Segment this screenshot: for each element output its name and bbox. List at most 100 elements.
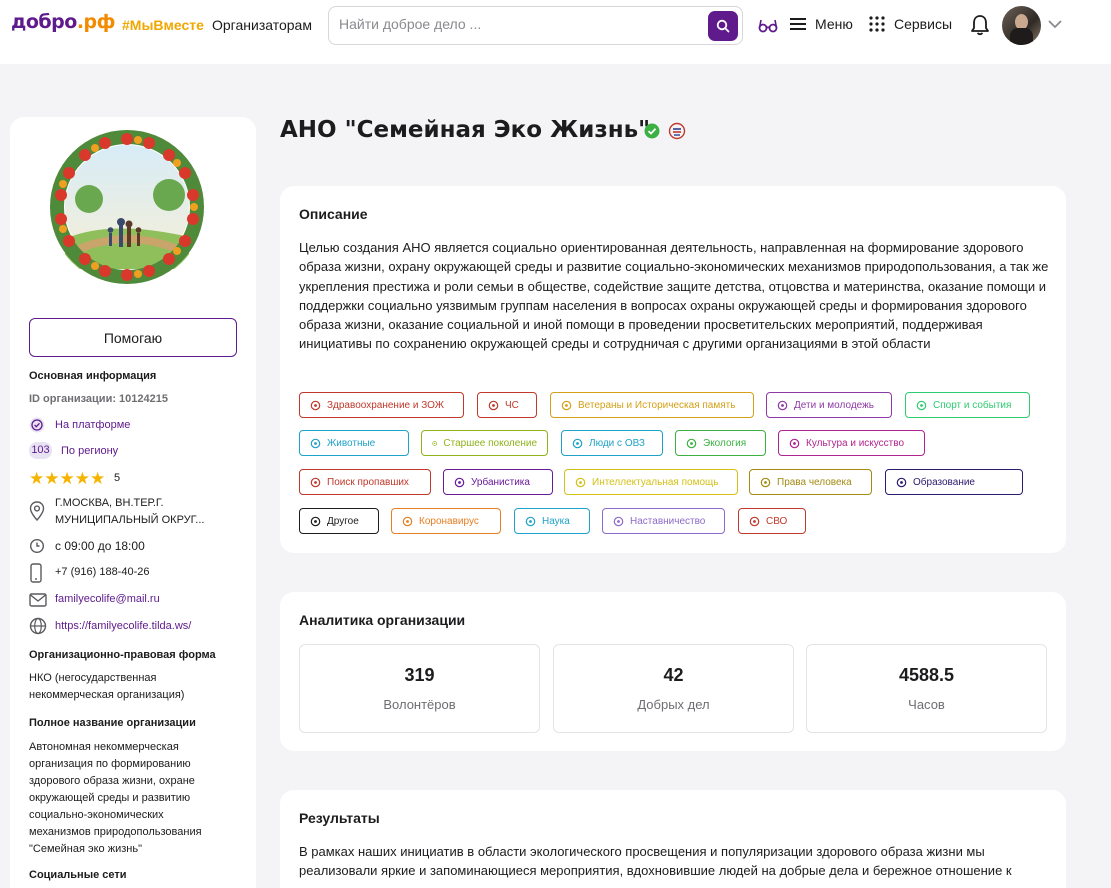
search-input[interactable]: [339, 16, 699, 32]
globe-icon: [29, 617, 47, 635]
tag-chip[interactable]: Ветераны и Историческая память: [550, 392, 754, 418]
menu-button[interactable]: Меню: [790, 16, 853, 32]
on-platform-link[interactable]: На платформе: [55, 419, 130, 431]
description-card: Описание Целью создания АНО является соц…: [280, 186, 1066, 553]
legal-form-line-2: некоммерческая организация): [29, 689, 185, 701]
services-label: Сервисы: [894, 16, 953, 32]
tag-label: Коронавирус: [419, 515, 479, 527]
atom-icon: [525, 516, 536, 526]
tag-chip[interactable]: Урбанистика: [443, 469, 553, 495]
stat-value: 4588.5: [898, 665, 955, 685]
tag-label: Интеллектуальная помощь: [592, 476, 719, 488]
virus-icon: [402, 516, 413, 526]
dobro-logo[interactable]: добро.рф: [11, 11, 116, 33]
analytics-card: Аналитика организации 319 Волонтёров 42 …: [280, 592, 1066, 751]
scales-icon: [760, 477, 771, 487]
tag-chip[interactable]: Интеллектуальная помощь: [564, 469, 738, 495]
tag-label: Урбанистика: [471, 476, 530, 488]
stat-label: Добрых дел: [637, 697, 710, 712]
tag-chip[interactable]: Экология: [675, 430, 766, 456]
tag-label: Старшее поколение: [443, 437, 537, 449]
user-avatar[interactable]: [1002, 6, 1041, 45]
stat-volunteers: 319 Волонтёров: [299, 644, 540, 733]
tag-chip[interactable]: Животные: [299, 430, 409, 456]
bell-icon[interactable]: [970, 14, 990, 36]
by-region-link[interactable]: По региону: [61, 445, 118, 457]
tag-chip[interactable]: Другое: [299, 508, 379, 534]
website-link[interactable]: https://familyecolife.tilda.ws/: [55, 620, 191, 632]
tag-label: Экология: [703, 437, 747, 449]
tag-chip[interactable]: Люди с ОВЗ: [561, 430, 663, 456]
full-name-line: Автономная некоммерческая: [29, 741, 179, 753]
phone-number: +7 (916) 188-40-26: [55, 566, 150, 578]
hamburger-icon: [790, 18, 806, 30]
building-icon: [454, 477, 465, 487]
tag-chip[interactable]: Здравоохранение и ЗОЖ: [299, 392, 464, 418]
chevron-down-icon[interactable]: [1047, 18, 1063, 30]
org-id: ID организации: 10124215: [29, 393, 168, 405]
check-badge-icon: [29, 417, 45, 433]
id-card-icon: [613, 516, 624, 526]
tag-chip[interactable]: СВО: [738, 508, 806, 534]
tag-label: Образование: [913, 476, 975, 488]
tag-label: Люди с ОВЗ: [589, 437, 645, 449]
rating-value: 5: [114, 472, 121, 484]
description-text: Целью создания АНО является социально ор…: [299, 240, 1049, 352]
stat-good-deeds: 42 Добрых дел: [553, 644, 794, 733]
grid-dots-icon: [869, 16, 885, 32]
clock-icon: [29, 538, 45, 554]
phone-icon: [30, 563, 42, 583]
search-button[interactable]: [708, 11, 738, 41]
menu-label: Меню: [815, 16, 853, 32]
tag-label: Животные: [327, 437, 376, 449]
paw-icon: [310, 438, 321, 448]
stat-label: Часов: [908, 697, 945, 712]
tag-label: Наука: [542, 515, 570, 527]
tag-chip[interactable]: Наставничество: [602, 508, 725, 534]
region-rank-badge: 103: [29, 442, 52, 459]
legal-form-line-1: НКО (негосударственная: [29, 672, 157, 684]
stat-label: Волонтёров: [383, 697, 456, 712]
runner-icon: [916, 400, 927, 410]
tag-chip[interactable]: Поиск пропавших: [299, 469, 431, 495]
tag-chip[interactable]: Образование: [885, 469, 1023, 495]
verified-icon: [644, 123, 660, 139]
tag-chip[interactable]: Коронавирус: [391, 508, 501, 534]
tag-label: Спорт и события: [933, 399, 1012, 411]
tag-label: Другое: [327, 515, 359, 527]
tag-chip[interactable]: Дети и молодежь: [766, 392, 892, 418]
top-header: добро.рф #МыВместе Организаторам Меню Се…: [0, 0, 1111, 64]
tag-chip[interactable]: Спорт и события: [905, 392, 1030, 418]
mail-icon: [29, 593, 47, 607]
search-box: [328, 6, 743, 45]
tag-label: ЧС: [505, 399, 519, 411]
tag-label: Культура и искусство: [806, 437, 905, 449]
tag-chip[interactable]: ЧС: [477, 392, 537, 418]
results-card: Результаты В рамках наших инициатив в об…: [280, 790, 1066, 888]
my-vmeste-link[interactable]: #МыВместе: [122, 17, 204, 33]
tag-chip[interactable]: Старшее поколение: [421, 430, 548, 456]
full-name-line: здорового образа жизни, охране: [29, 775, 195, 787]
accessibility-glasses-icon[interactable]: [758, 16, 778, 36]
heart-hands-icon: [749, 516, 760, 526]
grid-icon: [310, 516, 321, 526]
tag-label: Права человека: [777, 476, 852, 488]
services-button[interactable]: Сервисы: [869, 16, 952, 32]
tag-chip[interactable]: Права человека: [749, 469, 872, 495]
wheelchair-icon: [572, 438, 583, 448]
location-pin-icon: [29, 501, 45, 521]
heart-pulse-icon: [310, 400, 321, 410]
results-text: В рамках наших инициатив в области эколо…: [299, 844, 1012, 879]
tag-chip[interactable]: Культура и искусство: [778, 430, 925, 456]
help-button[interactable]: Помогаю: [29, 318, 237, 357]
full-name-line: организация по формированию: [29, 758, 191, 770]
results-title: Результаты: [299, 810, 380, 826]
email-link[interactable]: familyecolife@mail.ru: [55, 593, 160, 605]
address-line-1: Г.МОСКВА, ВН.ТЕР.Г.: [55, 497, 164, 509]
organizers-link[interactable]: Организаторам: [212, 17, 312, 33]
full-name-title: Полное название организации: [29, 717, 196, 729]
full-name-line: окружающей среды и развитию: [29, 792, 191, 804]
tag-chip[interactable]: Наука: [514, 508, 590, 534]
page-title: АНО "Семейная Эко Жизнь": [280, 117, 651, 143]
tag-label: Ветераны и Историческая память: [578, 399, 736, 411]
